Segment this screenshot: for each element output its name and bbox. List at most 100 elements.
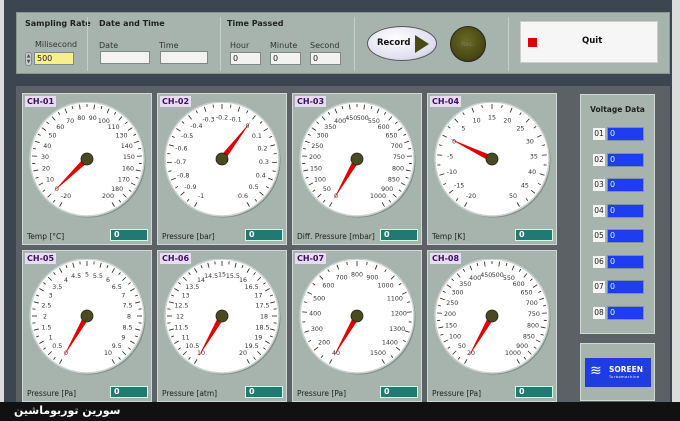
tick-label: 20	[42, 166, 50, 173]
tick-label: 130	[115, 133, 127, 140]
tick-label: 1.5	[41, 324, 51, 331]
tick-label: 600	[513, 281, 525, 288]
tick-label: 650	[520, 290, 532, 297]
tick-label: 8.5	[123, 324, 133, 331]
voltage-title: Voltage Data	[590, 105, 645, 114]
tick-label: 18.5	[256, 324, 270, 331]
tick-label: 750	[528, 311, 540, 318]
tick-label: 160	[122, 166, 134, 173]
hour-label: Hour	[230, 41, 250, 50]
gauge-panel-ch-06: CH-06 Pressure [atm] 0 10 10.5 11 11.5 12 12.5…	[157, 250, 287, 402]
divider	[87, 17, 88, 71]
voltage-channel: 06	[593, 255, 605, 268]
tick-label: -15	[454, 183, 464, 190]
minute-field[interactable]: 0	[270, 52, 301, 65]
tick-label: -20	[61, 193, 71, 200]
quit-button[interactable]: Quit	[520, 21, 658, 63]
voltage-value: 0	[607, 152, 644, 167]
unit-label: Pressure [Pa]	[297, 389, 347, 398]
voltage-channel: 07	[593, 281, 605, 293]
tick-label: 50	[323, 186, 331, 193]
tick-label: 200	[102, 193, 114, 200]
tick-label: 15	[488, 115, 496, 122]
date-field[interactable]	[100, 51, 150, 64]
tick-label: 40	[528, 169, 536, 176]
minute-label: Minute	[270, 41, 298, 50]
tick-label: 650	[385, 133, 397, 140]
tick-label: 900	[366, 274, 378, 281]
footer-text: سورین توربوماشین	[14, 404, 121, 417]
tick-mark	[346, 261, 348, 265]
voltage-value: 0	[607, 280, 644, 294]
gauge-panel-ch-03: CH-03 Diff. Pressure [mbar] 0 0 50 100 150 20…	[292, 93, 422, 245]
tick-label: 350	[459, 281, 471, 288]
tick-label: 850	[388, 176, 400, 183]
tick-label: 0.4	[256, 173, 266, 180]
tick-label: 0.5	[249, 184, 259, 191]
sampling-rate-title: Sampling Rate	[25, 19, 91, 28]
needle-hub	[350, 152, 364, 166]
tick-label: 10	[473, 117, 481, 124]
record-label: Record	[377, 38, 411, 48]
tick-label: 19	[254, 335, 262, 342]
tick-label: 45	[521, 183, 529, 190]
value-display: 0	[110, 386, 148, 398]
divider	[220, 17, 221, 71]
tick-label: 20	[503, 117, 511, 124]
tick-mark	[137, 148, 142, 150]
time-passed-title: Time Passed	[227, 19, 284, 28]
tick-label: -0.9	[184, 184, 196, 191]
tick-label: 15	[218, 272, 226, 279]
tick-label: 10	[46, 176, 54, 183]
tick-label: 0	[64, 350, 68, 357]
tick-label: 0.6	[238, 193, 248, 200]
rec-label: Rec.	[461, 40, 475, 48]
tick-label: 850	[523, 333, 535, 340]
tick-label: 4.5	[71, 273, 81, 280]
tick-label: 12.5	[174, 303, 188, 310]
logo-panel: ≋ SOREEN Turbomachine	[580, 343, 655, 401]
value-display: 0	[380, 386, 418, 398]
needle-hub	[80, 309, 94, 323]
tick-label: 12	[176, 314, 184, 321]
tick-label: 1200	[391, 310, 407, 317]
tick-label: 1000	[505, 350, 521, 357]
quit-indicator-icon	[528, 38, 537, 47]
tick-label: 2	[43, 314, 47, 321]
time-field[interactable]	[160, 51, 208, 64]
tick-label: 900	[381, 186, 393, 193]
tick-label: 450	[345, 115, 357, 122]
tick-label: 5.5	[93, 273, 103, 280]
tick-mark	[366, 261, 368, 265]
needle-hub	[485, 309, 499, 323]
voltage-channel: 08	[593, 306, 605, 319]
tick-label: 350	[324, 124, 336, 131]
sampling-rate-input[interactable]: 500	[34, 52, 74, 65]
second-label: Second	[310, 41, 340, 50]
tick-label: 200	[309, 154, 321, 161]
tick-label: 30	[526, 138, 534, 145]
record-button[interactable]: Record	[367, 26, 437, 61]
tick-label: 300	[316, 133, 328, 140]
tick-label: 90	[89, 115, 97, 122]
logo-subtext: Turbomachine	[609, 375, 640, 379]
tick-label: 250	[446, 300, 458, 307]
tick-label: 6.5	[112, 284, 122, 291]
tick-label: 800	[392, 166, 404, 173]
tick-label: 200	[444, 311, 456, 318]
unit-label: Temp [K]	[432, 232, 466, 241]
sampling-rate-spinner[interactable]: ▲ ▼	[25, 52, 32, 66]
tick-label: 2.5	[41, 303, 51, 310]
hour-field[interactable]: 0	[230, 52, 261, 65]
second-field[interactable]: 0	[310, 52, 341, 65]
tick-label: 100	[314, 176, 326, 183]
voltage-value: 0	[607, 127, 644, 141]
tick-label: 170	[118, 176, 130, 183]
control-panel: Sampling Rate Milisecond ▲ ▼ 500 Date and…	[16, 12, 670, 74]
soreen-logo: ≋ SOREEN Turbomachine	[585, 358, 651, 387]
tick-label: -0.1	[229, 117, 241, 124]
tick-label: -20	[466, 193, 476, 200]
needle-hub	[485, 152, 499, 166]
tick-label: -0.4	[190, 123, 202, 130]
tick-label: -0.5	[181, 133, 193, 140]
